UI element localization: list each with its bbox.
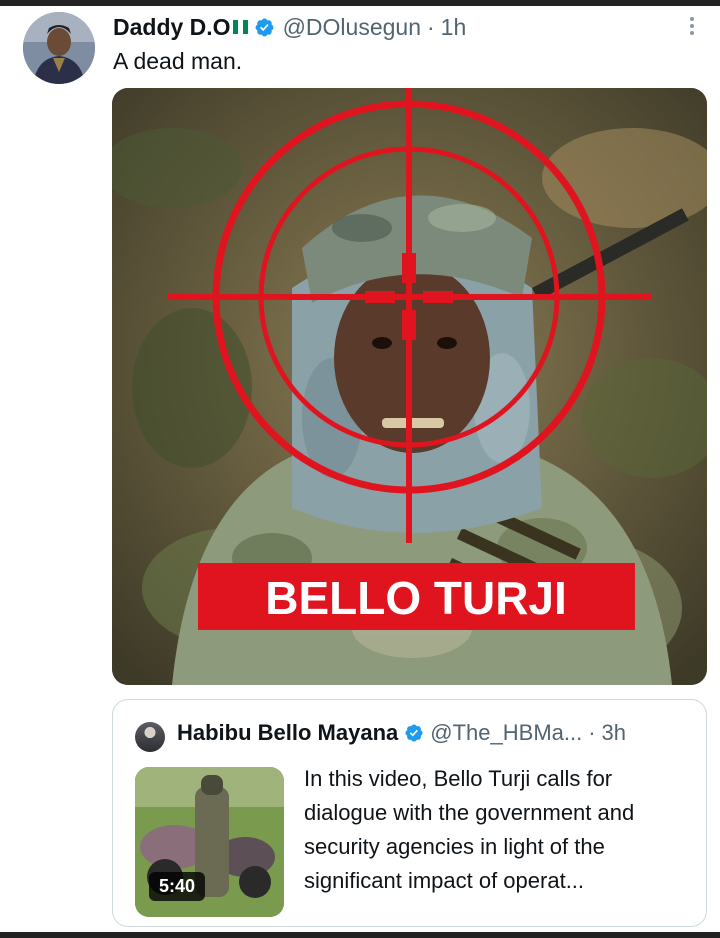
quoted-tweet-header: Habibu Bello Mayana @The_HBMa... · 3h [177, 720, 626, 746]
quoted-author-name[interactable]: Habibu Bello Mayana [177, 720, 398, 746]
quoted-author-handle[interactable]: @The_HBMa... [430, 720, 582, 746]
tweet-text: A dead man. [113, 48, 243, 74]
tweet-media-image[interactable]: BELLO TURJI [112, 88, 707, 685]
verified-badge-icon [255, 18, 274, 36]
more-vertical-icon[interactable] [682, 14, 702, 44]
author-name[interactable]: Daddy D.O [113, 14, 231, 41]
separator-dot: · [588, 720, 596, 745]
quoted-tweet-card[interactable]: Habibu Bello Mayana @The_HBMa... · 3h 5:… [112, 699, 707, 927]
author-avatar[interactable] [23, 12, 95, 84]
quoted-tweet-timestamp[interactable]: 3h [602, 720, 626, 746]
tweet-header: Daddy D.O @DOlusegun · 1h [113, 12, 466, 42]
verified-badge-icon [405, 724, 423, 742]
author-handle[interactable]: @DOlusegun [283, 14, 421, 41]
bottom-border [0, 932, 720, 938]
top-border [0, 0, 720, 6]
video-thumbnail[interactable]: 5:40 [135, 767, 284, 917]
separator-dot: · [427, 13, 435, 40]
nigeria-flag-icon [232, 20, 248, 34]
quoted-author-avatar[interactable] [135, 722, 165, 752]
media-caption: BELLO TURJI [265, 572, 567, 624]
quoted-tweet-text: In this video, Bello Turji calls for dia… [304, 766, 635, 893]
tweet-timestamp[interactable]: 1h [441, 14, 467, 41]
video-duration-badge: 5:40 [149, 872, 206, 901]
